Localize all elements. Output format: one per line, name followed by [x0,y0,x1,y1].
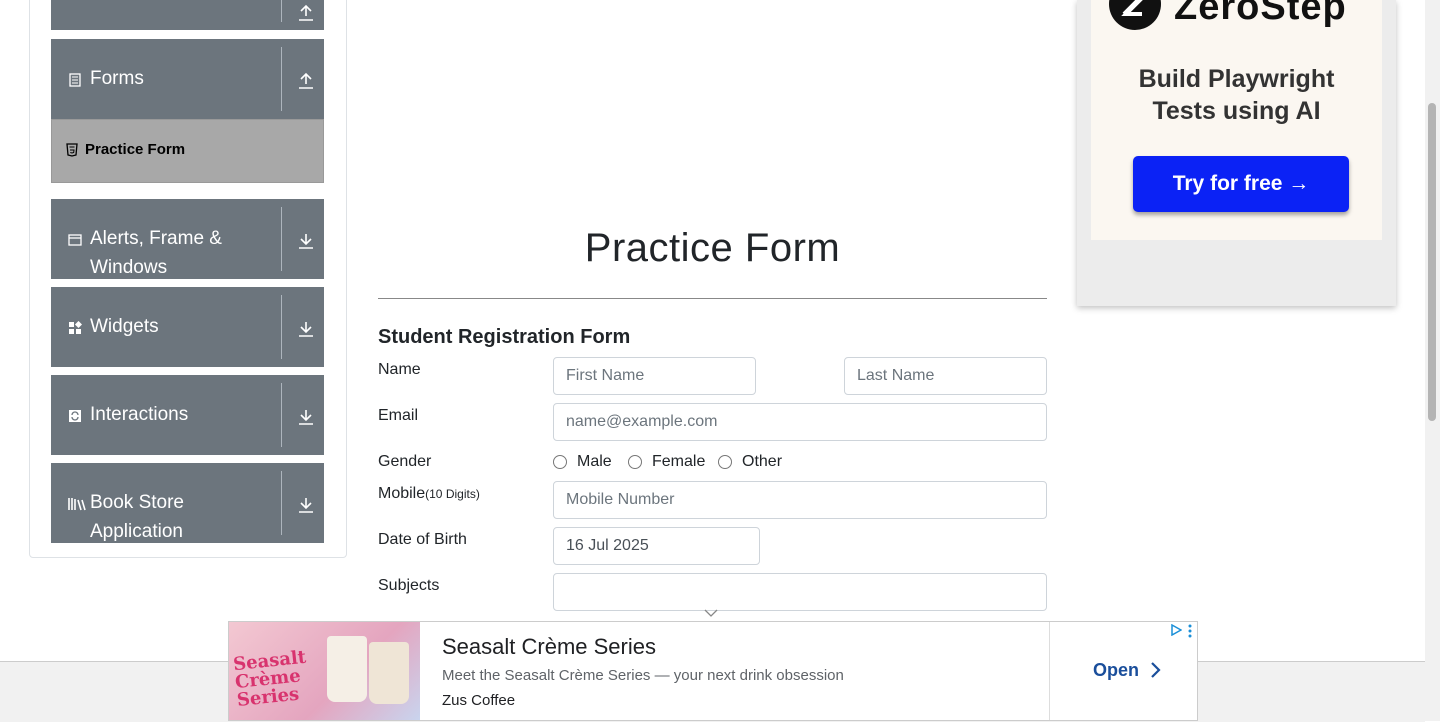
sidebar-group-title: Forms [90,68,144,89]
ad-description: Meet the Seasalt Crème Series — your nex… [442,667,844,684]
expand-arrow-icon[interactable] [298,320,314,338]
dob-input[interactable]: 16 Jul 2025 [553,527,760,565]
ad-brand: ZeroStep [1174,0,1347,28]
expand-arrow-icon[interactable] [298,408,314,426]
group-separator [281,47,282,111]
first-name-input[interactable]: First Name [553,357,756,395]
widgets-icon [69,321,82,334]
group-separator [281,295,282,359]
sidebar-group-title: Widgets [90,316,159,337]
group-separator [281,471,282,535]
interactions-icon [69,410,81,422]
ad-headline: Build Playwright Tests using AI [1091,63,1382,127]
radio-label: Other [742,453,783,470]
mobile-label-text: Mobile [378,485,426,502]
gender-radio-female[interactable]: Female [628,453,705,471]
name-label: Name [378,361,421,378]
subjects-input[interactable] [553,573,1047,611]
html5-icon [66,143,78,157]
ad-divider [1049,622,1050,720]
group-separator [281,383,282,447]
ad-image[interactable]: Seasalt Crème Series [229,622,420,720]
subjects-label: Subjects [378,577,440,594]
sidebar-group-widgets[interactable]: Widgets [51,287,324,367]
scrollbar-thumb[interactable] [1428,103,1436,421]
title-divider [378,298,1047,299]
collapse-arrow-icon[interactable] [298,4,314,22]
mobile-label: Mobile(10 Digits) [378,485,480,503]
sidebar-group-interactions[interactable]: Interactions [51,375,324,455]
ad-open-button[interactable]: Open [1093,660,1162,681]
ad-headline-line: Build Playwright [1138,65,1335,93]
sidebar-item-practice-form[interactable]: Practice Form [51,119,324,183]
chevron-right-icon [1151,662,1161,678]
gender-radio-other[interactable]: Other [718,453,782,471]
radio-label: Male [577,453,612,470]
open-label: Open [1093,660,1140,680]
adchoices-icon[interactable] [1170,624,1182,636]
chevron-down-icon[interactable] [704,608,718,618]
bottom-banner-ad[interactable]: Seasalt Crème Series Seasalt Crème Serie… [228,621,1198,721]
ad-title[interactable]: Seasalt Crème Series [442,634,656,660]
books-icon [68,498,86,511]
ad-headline-line: Tests using AI [1152,97,1321,125]
mobile-input[interactable]: Mobile Number [553,481,1047,519]
gender-label: Gender [378,453,432,470]
sidebar-group-title: Book Store Application [90,492,184,542]
collapse-arrow-icon[interactable] [298,72,314,90]
more-options-icon[interactable] [1187,624,1193,638]
email-label: Email [378,407,419,424]
expand-arrow-icon[interactable] [298,496,314,514]
dob-label: Date of Birth [378,531,467,548]
sidebar-group-elements[interactable] [51,0,324,30]
ad-advertiser: Zus Coffee [442,692,516,709]
email-input[interactable]: name@example.com [553,403,1047,441]
window-icon [68,234,82,246]
radio-circle[interactable] [553,455,567,469]
sidebar-group-book-store[interactable]: Book Store Application [51,463,324,543]
page-title: Practice Form [584,226,841,270]
group-separator [281,207,282,271]
expand-arrow-icon[interactable] [298,232,314,250]
sidebar-group-alerts[interactable]: Alerts, Frame & Windows [51,199,324,279]
sidebar-item-label: Practice Form [85,141,186,158]
radio-label: Female [652,453,706,470]
forms-icon [69,73,81,87]
radio-circle[interactable] [718,455,732,469]
sidebar-group-title: Alerts, Frame & Windows [90,228,222,278]
sidebar-group-forms[interactable]: Forms [51,39,324,119]
try-for-free-button[interactable]: Try for free → [1133,156,1349,212]
radio-circle[interactable] [628,455,642,469]
ad-image-text: Seasalt Crème Series [232,646,308,712]
mobile-hint: (10 Digits) [425,487,480,501]
form-title: Student Registration Form [378,326,631,348]
group-separator [281,0,282,22]
last-name-input[interactable]: Last Name [844,357,1047,395]
gender-radio-male[interactable]: Male [553,453,612,471]
zerostep-ad[interactable]: ZeroStep Build Playwright Tests using AI… [1077,0,1396,306]
sidebar-group-title: Interactions [90,404,189,425]
zerostep-logo-icon [1109,0,1161,30]
